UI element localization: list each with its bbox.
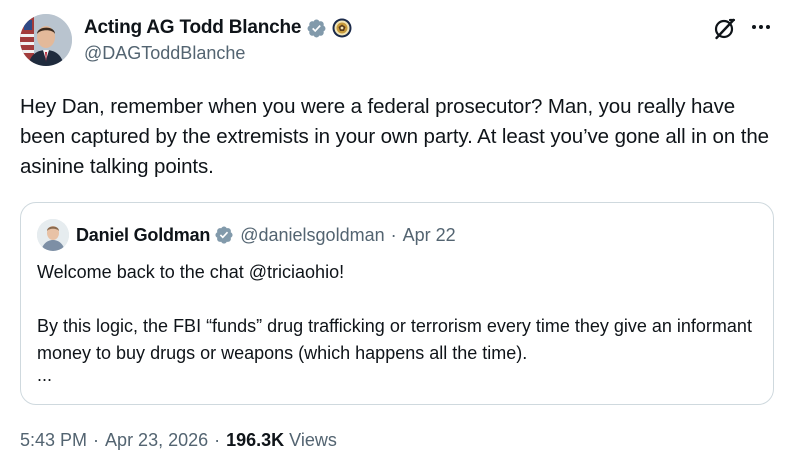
verified-badge-icon[interactable]: [214, 225, 234, 245]
more-options-icon[interactable]: [748, 14, 774, 40]
quoted-tweet-date[interactable]: Apr 22: [403, 225, 456, 246]
quoted-author-avatar-image: [37, 219, 69, 251]
quoted-tweet-card[interactable]: Daniel Goldman @danielsgoldman · Apr 22 …: [20, 202, 774, 405]
tweet-time[interactable]: 5:43 PM: [20, 430, 87, 451]
quoted-author-avatar[interactable]: [37, 219, 69, 251]
views-label: Views: [289, 430, 337, 450]
tweet-text: Hey Dan, remember when you were a federa…: [20, 95, 769, 178]
author-name-row: Acting AG Todd Blanche: [84, 15, 352, 41]
views-count[interactable]: 196.3K: [226, 430, 284, 451]
author-display-name[interactable]: Acting AG Todd Blanche: [84, 17, 301, 39]
verified-badge-icon[interactable]: [306, 18, 327, 39]
grok-icon[interactable]: [712, 16, 738, 42]
quoted-tweet-truncation: ...: [37, 365, 53, 385]
quoted-author-handle[interactable]: @danielsgoldman: [240, 225, 384, 246]
quoted-tweet-line-2: By this logic, the FBI “funds” drug traf…: [37, 316, 752, 363]
tweet-meta: 5:43 PM · Apr 23, 2026 · 196.3K Views: [20, 430, 337, 451]
quoted-tweet-header: Daniel Goldman @danielsgoldman · Apr 22: [76, 223, 456, 247]
quoted-tweet-body: Welcome back to the chat @triciaohio! By…: [37, 259, 757, 367]
author-avatar[interactable]: [20, 14, 72, 66]
author-handle[interactable]: @DAGToddBlanche: [84, 43, 245, 64]
quoted-author-display-name[interactable]: Daniel Goldman: [76, 225, 210, 246]
tweet-date[interactable]: Apr 23, 2026: [105, 430, 208, 451]
meta-separator: ·: [93, 430, 100, 450]
meta-separator: ·: [214, 430, 221, 450]
doj-seal-icon[interactable]: [332, 18, 352, 38]
quoted-header-separator: ·: [390, 224, 397, 245]
quoted-tweet-paragraph-gap: [37, 286, 757, 313]
author-avatar-image: [20, 14, 72, 66]
quoted-tweet-line-1: Welcome back to the chat @triciaohio!: [37, 262, 345, 282]
